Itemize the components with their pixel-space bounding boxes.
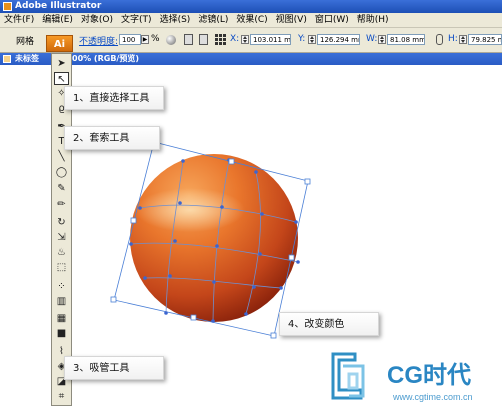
callout-lasso: 2、套索工具 bbox=[64, 126, 160, 150]
callout-change-color: 4、改变颜色 bbox=[279, 312, 379, 336]
cgtime-url-text: www.cgtime.com.cn bbox=[392, 392, 473, 402]
cgtime-brand-text: CG时代 bbox=[387, 362, 471, 389]
paintbrush-icon[interactable]: ✎ bbox=[54, 182, 69, 195]
scale-icon[interactable]: ⇲ bbox=[54, 231, 69, 244]
free-transform-icon[interactable]: ⬚ bbox=[54, 261, 69, 274]
direct-selection-icon[interactable]: ↖ bbox=[54, 72, 69, 85]
line-icon[interactable]: ╲ bbox=[54, 150, 69, 163]
crop-icon[interactable]: ⌗ bbox=[54, 390, 69, 403]
mesh-icon[interactable]: ▦ bbox=[54, 312, 69, 325]
gradient-icon[interactable]: ■ bbox=[54, 327, 69, 340]
selection-arrow-icon[interactable]: ➤ bbox=[54, 57, 69, 70]
pencil-icon[interactable]: ✏ bbox=[54, 198, 69, 211]
warp-icon[interactable]: ♨ bbox=[54, 246, 69, 259]
rotate-icon[interactable]: ↻ bbox=[54, 216, 69, 229]
callout-eyedropper: 3、吸管工具 bbox=[64, 356, 164, 380]
cgtime-watermark: CG时代 www.cgtime.com.cn bbox=[331, 352, 473, 402]
ellipse-icon[interactable]: ◯ bbox=[54, 166, 69, 179]
sphere-highlight bbox=[135, 188, 245, 232]
symbol-sprayer-icon[interactable]: ⁘ bbox=[54, 280, 69, 293]
cgtime-logo-mark bbox=[331, 352, 365, 400]
callout-direct-selection: 1、直接选择工具 bbox=[64, 86, 164, 110]
column-graph-icon[interactable]: ▥ bbox=[54, 295, 69, 308]
